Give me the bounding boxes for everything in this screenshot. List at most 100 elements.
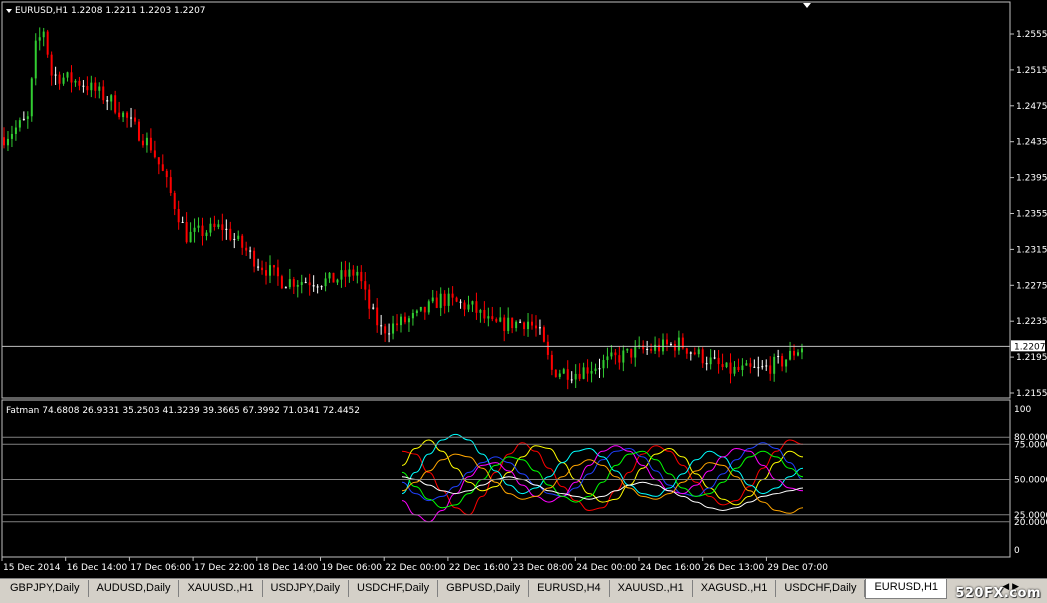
candle-body bbox=[403, 316, 406, 323]
candle-body bbox=[344, 270, 347, 277]
time-label: 22 Dec 00:00 bbox=[385, 563, 446, 573]
tab-usdchf-daily[interactable]: USDCHF,Daily bbox=[349, 580, 439, 597]
candle-body bbox=[90, 82, 93, 91]
price-tick-label: 1.2155 bbox=[1016, 389, 1047, 399]
main-chart-frame bbox=[1, 1, 1011, 399]
candle-body bbox=[312, 285, 315, 287]
candle-body bbox=[749, 363, 752, 367]
tab-eurusd-h4[interactable]: EURUSD,H4 bbox=[529, 580, 610, 597]
candle-body bbox=[304, 282, 307, 284]
time-label: 24 Dec 00:00 bbox=[576, 563, 637, 573]
candle-body bbox=[439, 293, 442, 308]
candle-body bbox=[610, 352, 613, 357]
candle-body bbox=[483, 309, 486, 319]
time-label: 16 Dec 14:00 bbox=[67, 563, 128, 573]
candle-body bbox=[145, 137, 148, 146]
candle-body bbox=[181, 222, 184, 224]
candle-body bbox=[300, 282, 303, 285]
candle-body bbox=[511, 317, 514, 329]
candle-body bbox=[388, 333, 391, 335]
indicator-tick-label: 50.0000 bbox=[1014, 476, 1047, 486]
candle-body bbox=[602, 360, 605, 369]
time-label: 23 Dec 08:00 bbox=[513, 563, 574, 573]
candle-body bbox=[340, 270, 343, 280]
time-axis: 15 Dec 2014 16 Dec 14:00 17 Dec 06:00 17 De… bbox=[1, 557, 828, 573]
tab-gbpusd-daily[interactable]: GBPUSD,Daily bbox=[438, 580, 530, 597]
candle-body bbox=[229, 228, 232, 240]
candle-body bbox=[70, 72, 73, 83]
candle-body bbox=[745, 363, 748, 366]
candle-body bbox=[94, 82, 97, 91]
candle-body bbox=[376, 307, 379, 326]
candle-body bbox=[594, 368, 597, 372]
candle-body bbox=[689, 352, 692, 354]
tab-usdchf-daily-2[interactable]: USDCHF,Daily bbox=[776, 580, 866, 597]
candle-body bbox=[662, 339, 665, 352]
candle-body bbox=[324, 278, 327, 287]
candle-body bbox=[86, 86, 89, 91]
candle-body bbox=[658, 344, 661, 352]
price-tick-label: 1.2235 bbox=[1016, 317, 1047, 327]
candle-body bbox=[372, 307, 375, 309]
indicator-tick-label: 75.0000 bbox=[1014, 440, 1047, 450]
tab-eurusd-h1[interactable]: EURUSD,H1 bbox=[865, 579, 948, 599]
candle-body bbox=[542, 327, 545, 342]
candle-body bbox=[773, 356, 776, 374]
candle-body bbox=[137, 121, 140, 141]
candle-body bbox=[364, 281, 367, 290]
candle-body bbox=[495, 319, 498, 322]
candle-body bbox=[769, 365, 772, 374]
candle-body bbox=[268, 265, 271, 276]
candle-body bbox=[30, 78, 33, 117]
candle-body bbox=[423, 306, 426, 313]
candle-body bbox=[669, 343, 672, 345]
candle-body bbox=[693, 352, 696, 355]
candle-body bbox=[169, 177, 172, 193]
candle-body bbox=[221, 224, 224, 231]
triangle-down-icon[interactable] bbox=[6, 9, 12, 13]
candle-body bbox=[66, 72, 69, 78]
price-tick-label: 1.2395 bbox=[1016, 174, 1047, 184]
candle-body bbox=[384, 326, 387, 334]
candle-body bbox=[284, 287, 287, 289]
time-label: 18 Dec 14:00 bbox=[258, 563, 319, 573]
candle-body bbox=[288, 279, 291, 288]
time-label: 26 Dec 13:00 bbox=[704, 563, 765, 573]
candle-body bbox=[241, 235, 244, 248]
candle-body bbox=[134, 117, 137, 122]
chart-window[interactable]: 1.2555 1.2515 1.2475 1.2435 1.2395 1.2355 1.23… bbox=[0, 0, 1047, 578]
candle-body bbox=[54, 74, 57, 76]
candle-body bbox=[467, 304, 470, 310]
candle-body bbox=[360, 271, 363, 282]
tab-xauusd-h1[interactable]: XAUUSD.,H1 bbox=[179, 580, 263, 597]
candle-body bbox=[685, 348, 688, 354]
candle-body bbox=[677, 337, 680, 351]
candle-body bbox=[14, 127, 17, 134]
time-label: 15 Dec 2014 bbox=[3, 563, 61, 573]
candle-body bbox=[261, 267, 264, 271]
candle-body bbox=[785, 359, 788, 367]
candle-body bbox=[356, 271, 359, 276]
candle-body bbox=[507, 317, 510, 332]
candle-body bbox=[451, 293, 454, 298]
candle-body bbox=[471, 301, 474, 305]
candle-body bbox=[729, 362, 732, 374]
tab-xagusd-h1[interactable]: XAGUSD.,H1 bbox=[693, 580, 777, 597]
candle-body bbox=[531, 321, 534, 326]
candle-body bbox=[280, 276, 283, 289]
candle-body bbox=[419, 306, 422, 311]
tab-xauusd-h1-2[interactable]: XAUUSD.,H1 bbox=[610, 580, 693, 597]
indicator-tick-label: 20.0000 bbox=[1014, 518, 1047, 528]
candle-body bbox=[102, 86, 105, 101]
price-tick-label: 1.2195 bbox=[1016, 353, 1047, 363]
candle-body bbox=[630, 348, 633, 358]
shift-marker-icon[interactable] bbox=[803, 3, 811, 8]
tab-usdjpy-daily[interactable]: USDJPY,Daily bbox=[263, 580, 349, 597]
tab-audusd-daily[interactable]: AUDUSD,Daily bbox=[89, 580, 180, 597]
candle-body bbox=[606, 356, 609, 361]
candle-body bbox=[209, 223, 212, 233]
candle-body bbox=[276, 267, 279, 277]
candle-body bbox=[503, 317, 506, 332]
candle-body bbox=[797, 352, 799, 356]
tab-gbpjpy-daily[interactable]: GBPJPY,Daily bbox=[2, 580, 89, 597]
